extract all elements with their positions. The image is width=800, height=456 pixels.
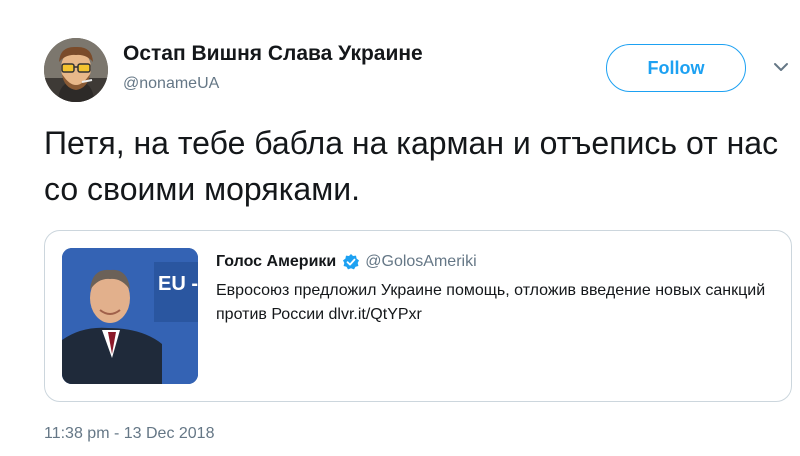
author-display-name[interactable]: Остап Вишня Слава Украине — [123, 42, 423, 66]
quoted-author-name[interactable]: Голос Америки — [216, 253, 336, 271]
avatar[interactable] — [44, 38, 108, 102]
verified-badge-icon — [342, 253, 360, 271]
tweet-text: Петя, на тебе бабла на карман и отъепись… — [44, 125, 779, 207]
tweet-timestamp[interactable]: 11:38 pm - 13 Dec 2018 — [44, 425, 214, 443]
author-handle[interactable]: @nonameUA — [123, 75, 219, 93]
news-photo-icon: EU - Ca — [62, 248, 198, 384]
follow-button[interactable]: Follow — [606, 44, 746, 92]
chevron-down-icon — [774, 63, 788, 71]
quoted-tweet-image[interactable]: EU - Ca — [62, 248, 198, 384]
quoted-author-handle[interactable]: @GolosAmeriki — [365, 253, 476, 271]
avatar-portrait-icon — [44, 38, 108, 102]
quoted-tweet-header: Голос Америки @GolosAmeriki — [216, 251, 477, 273]
quoted-image-text: EU - Ca — [158, 273, 198, 295]
quoted-tweet-text: Евросоюз предложил Украине помощь, отлож… — [216, 282, 766, 323]
more-options-caret[interactable] — [772, 60, 790, 74]
